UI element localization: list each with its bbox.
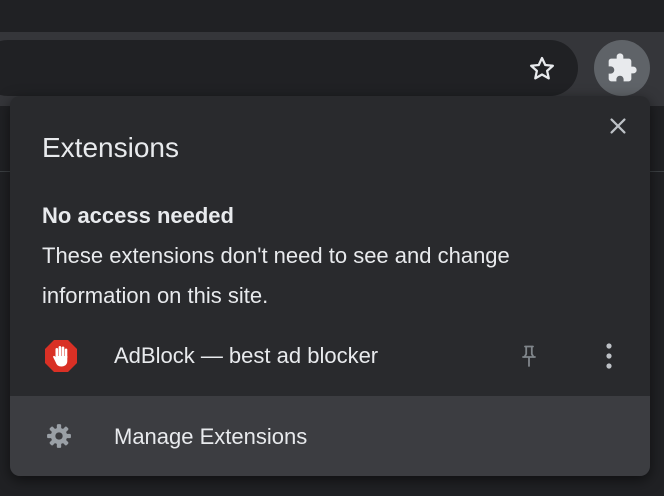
more-vert-icon (606, 343, 612, 369)
bookmark-star-button[interactable] (521, 48, 563, 90)
puzzle-piece-icon (608, 53, 637, 82)
pin-button[interactable] (512, 339, 546, 373)
menu-title: Extensions (42, 132, 179, 163)
extensions-menu: Extensions No access needed These extens… (10, 96, 650, 476)
adblock-hand-icon (45, 340, 77, 372)
manage-extensions-label: Manage Extensions (114, 424, 308, 449)
star-icon (530, 56, 554, 80)
gear-icon (47, 424, 71, 448)
section-description: These extensions don't need to see and c… (42, 243, 510, 308)
address-bar[interactable] (0, 40, 578, 96)
manage-extensions-button[interactable]: Manage Extensions (10, 396, 650, 476)
pin-icon (522, 345, 536, 367)
tab-strip (0, 0, 664, 32)
more-options-button[interactable] (592, 339, 626, 373)
extensions-button[interactable] (594, 40, 650, 96)
close-icon (610, 118, 626, 134)
extension-row[interactable]: AdBlock — best ad blocker (10, 328, 650, 384)
extension-name: AdBlock — best ad blocker (114, 343, 379, 368)
section-heading: No access needed (42, 203, 234, 228)
close-button[interactable] (602, 110, 634, 142)
